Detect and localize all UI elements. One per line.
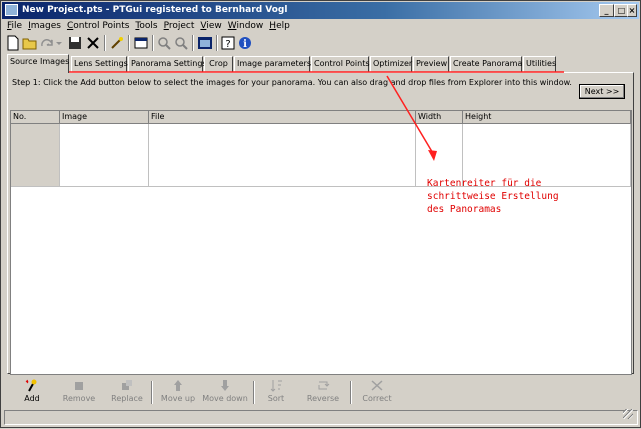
menu-window[interactable]: Window	[225, 19, 267, 33]
zoom-out-icon[interactable]	[173, 35, 189, 51]
image-table[interactable]: No. Image File Width Height	[10, 110, 632, 375]
column-header-width[interactable]: Width	[416, 111, 463, 124]
annotation-line: schrittweise Erstellung	[427, 191, 559, 202]
next-button[interactable]: Next >>	[579, 84, 625, 99]
column-header-no[interactable]: No.	[11, 111, 60, 124]
annotation-line: des Panoramas	[427, 204, 502, 215]
settings-icon[interactable]	[133, 35, 149, 51]
annotation-line: Kartenreiter für die	[427, 178, 542, 189]
toolbar-separator	[104, 35, 106, 51]
title-bar[interactable]: New Project.pts - PTGui registered to Be…	[2, 2, 639, 19]
menu-project[interactable]: Project	[161, 19, 198, 33]
window-title: New Project.pts - PTGui registered to Be…	[22, 5, 288, 15]
add-icon	[25, 379, 37, 392]
menu-images[interactable]: Images	[25, 19, 64, 33]
replace-icon	[122, 380, 132, 390]
toolbar-separator	[192, 35, 194, 51]
menu-help[interactable]: Help	[266, 19, 293, 33]
minimize-button[interactable]: _	[599, 4, 614, 17]
new-icon[interactable]	[5, 35, 21, 51]
panorama-editor-icon[interactable]	[197, 35, 213, 51]
tab-image-parameters[interactable]: Image parameters	[234, 56, 311, 73]
table-cell	[149, 124, 416, 187]
move-down-button[interactable]: Move down	[202, 379, 248, 406]
menu-bar: File Images Control Points Tools Project…	[4, 19, 293, 33]
move-down-icon	[221, 380, 229, 391]
redo-icon[interactable]	[39, 35, 55, 51]
tab-preview[interactable]: Preview	[413, 56, 449, 73]
toolbar-separator	[216, 35, 218, 51]
toolbar-separator	[152, 35, 154, 51]
magic-wand-icon[interactable]	[109, 35, 125, 51]
reverse-button[interactable]: Reverse	[302, 379, 344, 406]
status-bar	[4, 409, 638, 425]
ptgui-app-icon	[5, 4, 18, 16]
open-icon[interactable]	[22, 35, 38, 51]
table-cell	[60, 124, 149, 187]
svg-text:i: i	[243, 39, 247, 50]
menu-control-points[interactable]: Control Points	[64, 19, 132, 33]
resize-grip[interactable]	[623, 409, 633, 419]
reverse-icon	[318, 381, 330, 390]
tab-utilities[interactable]: Utilities	[523, 56, 556, 73]
toolbar-separator	[253, 381, 255, 404]
tab-create-panorama[interactable]: Create Panorama	[450, 56, 522, 73]
annotation-text: Kartenreiter für die schrittweise Erstel…	[427, 177, 559, 216]
tab-panorama-settings[interactable]: Panorama Settings	[128, 56, 207, 73]
remove-icon	[75, 382, 83, 390]
move-up-icon	[174, 380, 182, 391]
column-header-image[interactable]: Image	[60, 111, 149, 124]
zoom-in-icon[interactable]	[156, 35, 172, 51]
tab-control-points[interactable]: Control Points	[311, 56, 370, 73]
move-up-button[interactable]: Move up	[158, 379, 198, 406]
menu-file[interactable]: File	[4, 19, 25, 33]
dropdown-icon[interactable]	[55, 35, 63, 51]
sort-button[interactable]: Sort	[261, 379, 291, 406]
main-toolbar: ? i	[3, 34, 639, 52]
tab-crop[interactable]: Crop	[204, 56, 233, 73]
menu-view[interactable]: View	[197, 19, 224, 33]
tab-optimizer[interactable]: Optimizer	[370, 56, 412, 73]
table-row-header	[11, 124, 60, 187]
remove-button[interactable]: Remove	[60, 379, 98, 406]
toolbar-separator	[151, 381, 153, 404]
column-header-height[interactable]: Height	[463, 111, 631, 124]
replace-button[interactable]: Replace	[107, 379, 147, 406]
correct-icon	[371, 380, 383, 391]
info-icon[interactable]: i	[237, 35, 253, 51]
tab-source-images[interactable]: Source Images	[7, 54, 69, 73]
toolbar-separator	[350, 381, 352, 404]
add-button[interactable]: Add	[13, 379, 51, 406]
svg-text:?: ?	[225, 39, 230, 50]
delete-icon[interactable]	[85, 35, 101, 51]
column-header-file[interactable]: File	[149, 111, 416, 124]
sort-icon	[270, 380, 282, 392]
correct-button[interactable]: Correct	[358, 379, 396, 406]
toolbar-separator	[128, 35, 130, 51]
step-instructions: Step 1: Click the Add button below to se…	[12, 78, 572, 87]
save-icon[interactable]	[67, 35, 83, 51]
app-window: New Project.pts - PTGui registered to Be…	[0, 0, 641, 428]
help-icon[interactable]: ?	[220, 35, 236, 51]
tab-lens-settings[interactable]: Lens Settings	[71, 56, 128, 73]
menu-tools[interactable]: Tools	[132, 19, 160, 33]
close-button[interactable]: ×	[627, 4, 637, 17]
